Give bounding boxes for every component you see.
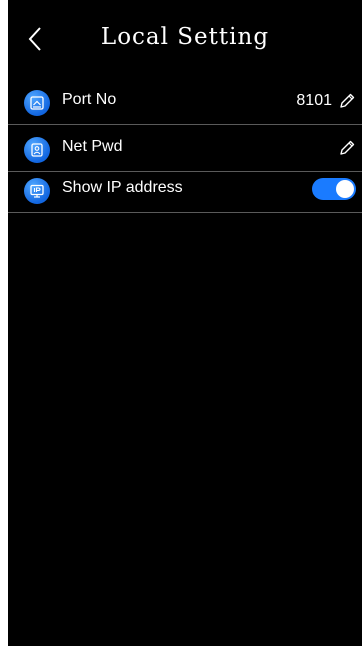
pencil-icon[interactable] — [338, 92, 356, 110]
pencil-icon[interactable] — [338, 139, 356, 157]
setting-label-net-pwd: Net Pwd — [62, 138, 123, 155]
toggle-knob — [336, 180, 354, 198]
setting-label-port-no: Port No — [62, 91, 117, 108]
header: Local Setting — [8, 0, 362, 80]
page-title: Local Setting — [100, 24, 270, 50]
show-ip-toggle[interactable] — [312, 178, 356, 200]
ip-display-icon — [24, 178, 50, 204]
setting-label-show-ip: Show IP address — [62, 179, 183, 196]
setting-row-port-no[interactable]: Port No 8101 — [8, 78, 362, 125]
port-number-value: 8101 — [296, 92, 332, 109]
setting-row-show-ip[interactable]: Show IP address — [8, 166, 362, 213]
id-card-icon — [24, 137, 50, 163]
local-setting-screen: Local Setting Port No 8101 Net Pwd Show … — [8, 0, 362, 646]
network-port-icon — [24, 90, 50, 116]
setting-row-net-pwd[interactable]: Net Pwd — [8, 125, 362, 172]
